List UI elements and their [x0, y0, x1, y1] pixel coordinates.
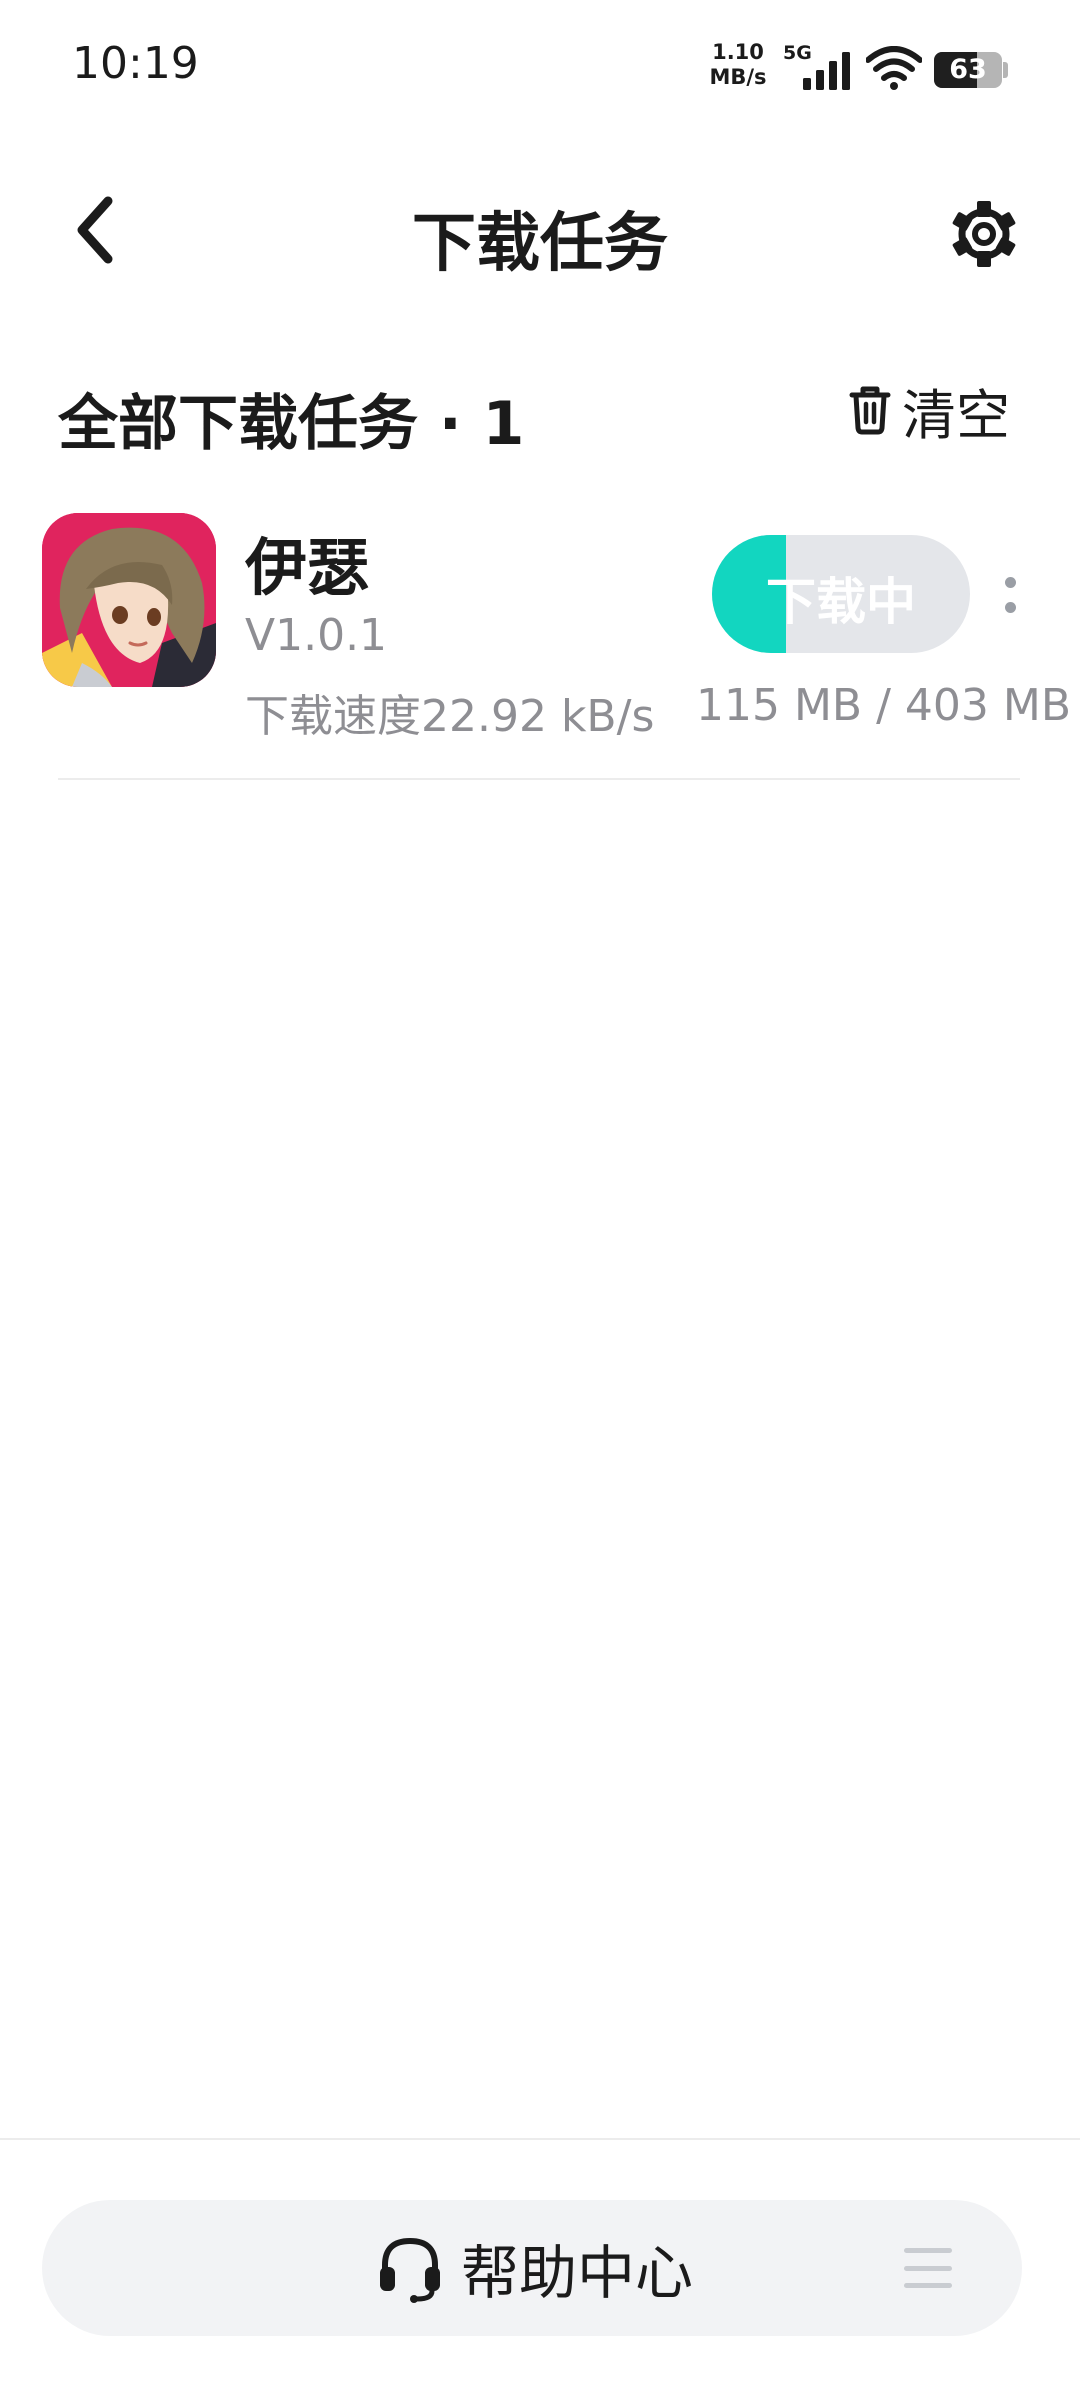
- item-divider: [58, 778, 1020, 780]
- more-vertical-icon-dot: [1004, 602, 1016, 613]
- clear-all-button[interactable]: 清空: [848, 370, 1010, 450]
- network-speed: 1.10 MB/s: [705, 40, 771, 90]
- help-center-button[interactable]: 帮助中心: [377, 2222, 693, 2314]
- settings-button[interactable]: [942, 192, 1026, 276]
- download-status-label: 下载中: [766, 573, 916, 631]
- download-tasks-screen: 10:19 1.10 MB/s 5G 63 下载任务 全部下载任务 · 1 清空…: [0, 0, 1080, 2400]
- battery-level: 63: [949, 54, 987, 85]
- menu-icon[interactable]: [904, 2248, 952, 2288]
- download-size: 115 MB / 403 MB: [696, 680, 1072, 731]
- status-bar: 10:19 1.10 MB/s 5G 63: [0, 0, 1080, 130]
- trash-icon: [849, 386, 891, 435]
- help-bar: 帮助中心: [42, 2200, 1022, 2336]
- more-options-button[interactable]: [990, 555, 1030, 635]
- download-section-header: 全部下载任务 · 1 清空: [0, 360, 1080, 470]
- download-item[interactable]: 伊瑟 V1.0.1 下载速度22.92 kB/s 115 MB / 403 MB…: [0, 505, 1080, 780]
- more-vertical-icon: [1004, 577, 1016, 588]
- menu-icon-line: [904, 2248, 952, 2253]
- download-progress-button[interactable]: 下载中: [712, 535, 970, 653]
- clear-all-label: 清空: [902, 383, 1010, 447]
- help-center-label: 帮助中心: [461, 2239, 694, 2307]
- network-speed-value: 1.10: [712, 40, 764, 64]
- status-time: 10:19: [72, 38, 199, 89]
- wifi-icon: [866, 46, 922, 90]
- top-app-bar: 下载任务: [0, 170, 1080, 300]
- anime-girl-app-icon: [42, 513, 216, 687]
- section-title: 全部下载任务 · 1: [58, 389, 525, 459]
- menu-icon-line: [904, 2265, 952, 2271]
- page-title: 下载任务: [412, 207, 668, 281]
- menu-icon-line: [904, 2283, 952, 2288]
- gear-icon: [952, 201, 1016, 267]
- app-version: V1.0.1: [245, 610, 388, 661]
- app-name: 伊瑟: [245, 531, 370, 604]
- battery-indicator: 63: [934, 52, 1002, 88]
- cellular-signal-icon: [803, 52, 850, 90]
- battery-tip: [1003, 62, 1008, 78]
- download-speed: 下载速度22.92 kB/s: [245, 691, 655, 742]
- bottom-divider: [0, 2138, 1080, 2140]
- network-speed-unit: MB/s: [709, 65, 767, 89]
- headset-icon: [380, 2237, 440, 2303]
- app-icon: [42, 513, 216, 687]
